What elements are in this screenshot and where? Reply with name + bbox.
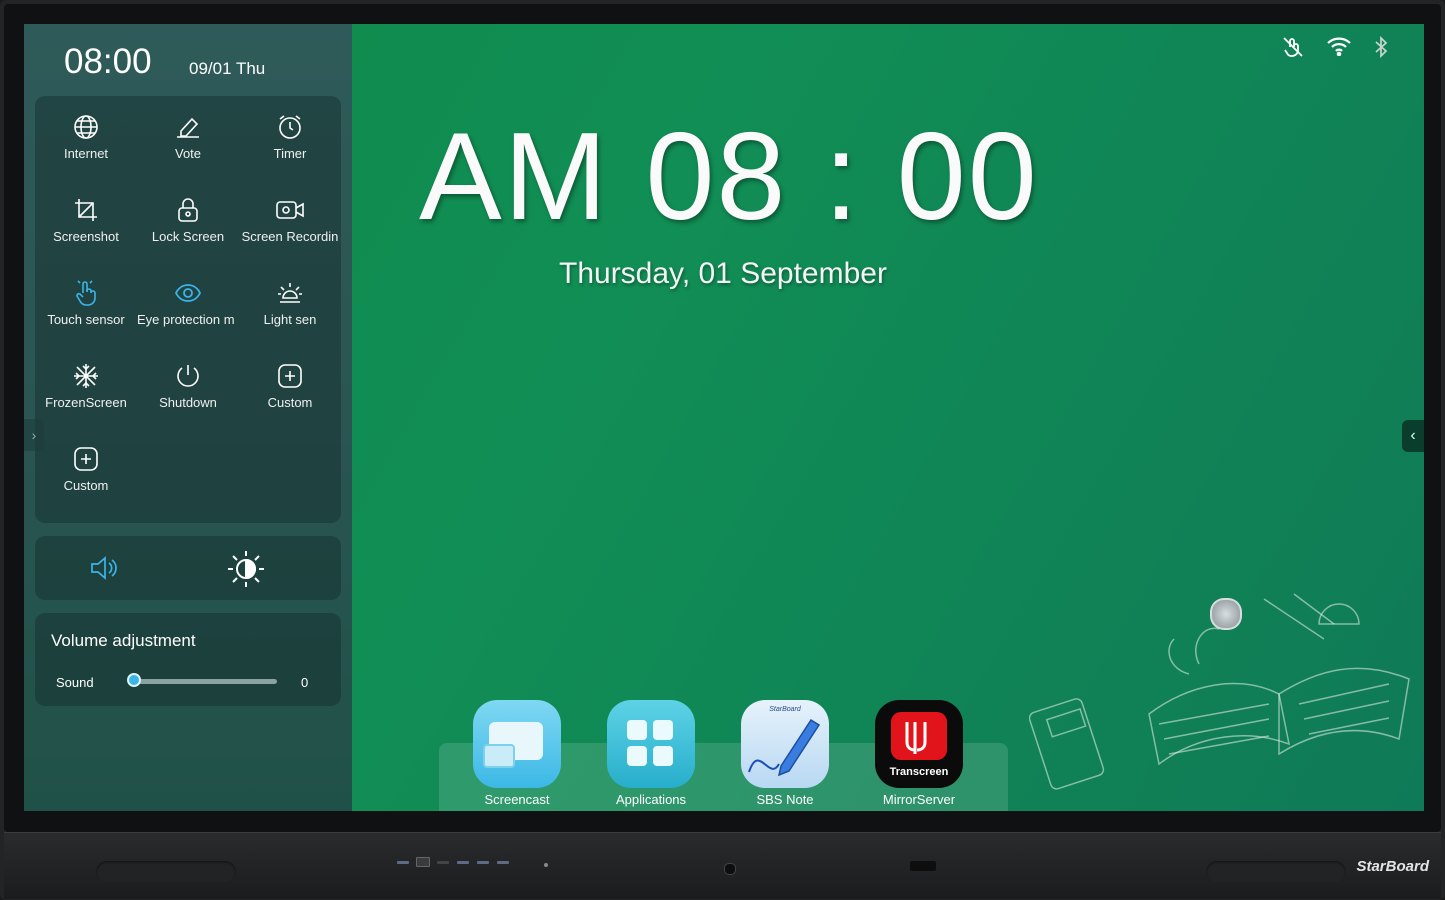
sound-value: 0 — [301, 675, 309, 690]
tile-light-sensor[interactable]: Light sen — [239, 262, 341, 332]
volume-adjustment-card: Volume adjustment Sound 0 — [35, 613, 341, 706]
video-camera-icon — [275, 195, 305, 225]
globe-icon — [71, 112, 101, 142]
quick-tools-grid: Internet Vote Timer Screenshot Lock Scre… — [35, 96, 341, 523]
eye-icon — [173, 278, 203, 308]
usb-port-2 — [476, 857, 490, 867]
tile-label: Vote — [174, 146, 202, 161]
left-speaker-grille — [96, 861, 236, 883]
tile-screenshot[interactable]: Screenshot — [35, 179, 137, 249]
app-screencast[interactable]: Screencast — [467, 700, 567, 807]
main-date: Thursday, 01 September — [559, 257, 887, 290]
sound-brightness-toggle — [35, 536, 341, 600]
tile-label: Internet — [63, 146, 109, 161]
quick-settings-panel: 08:00 09/01 Thu Internet Vote Timer Scre… — [24, 24, 352, 811]
power-icon — [173, 361, 203, 391]
tile-custom-1[interactable]: Custom — [239, 345, 341, 415]
wifi-icon — [1326, 36, 1352, 63]
expand-drawer-handle[interactable]: ‹ — [1402, 420, 1424, 452]
tile-label: Eye protection m n — [137, 312, 239, 327]
applications-grid-icon — [607, 700, 695, 788]
usb-c-port — [396, 857, 410, 867]
app-label: MirrorServer — [882, 792, 956, 807]
tile-label: Light sen — [263, 312, 317, 327]
touch-disabled-icon — [1282, 36, 1304, 63]
brand-logo: StarBoard — [1356, 858, 1429, 875]
tile-label: Lock Screen — [151, 229, 225, 244]
note-pencil-icon: StarBoard — [741, 700, 829, 788]
lock-icon — [173, 195, 203, 225]
tile-label: Screen Recordin — [241, 229, 339, 244]
tile-shutdown[interactable]: Shutdown — [137, 345, 239, 415]
tile-custom-2[interactable]: Custom — [35, 428, 137, 498]
right-speaker-grille — [1206, 861, 1346, 883]
snowflake-icon — [71, 361, 101, 391]
tile-touch-sensor[interactable]: Touch sensor — [35, 262, 137, 332]
volume-title: Volume adjustment — [51, 631, 196, 650]
tile-timer[interactable]: Timer — [239, 96, 341, 166]
tile-lock-screen[interactable]: Lock Screen — [137, 179, 239, 249]
app-label: SBS Note — [756, 792, 814, 807]
sound-slider-track[interactable] — [134, 679, 277, 684]
sound-slider-thumb[interactable] — [127, 673, 141, 687]
speaker-icon[interactable] — [89, 554, 119, 587]
ir-sensor — [910, 861, 936, 871]
add-square-icon — [275, 361, 305, 391]
usb-port-1 — [456, 857, 470, 867]
screen: 08:00 09/01 Thu Internet Vote Timer Scre… — [24, 24, 1424, 811]
tile-label: Touch sensor — [47, 312, 125, 327]
panel-time: 08:00 — [64, 42, 152, 81]
status-bar — [1282, 35, 1388, 63]
front-camera — [724, 863, 736, 875]
add-square-icon — [71, 444, 101, 474]
main-clock: AM 08 : 00 — [419, 108, 1039, 246]
tile-vote[interactable]: Vote — [137, 96, 239, 166]
tile-label: Shutdown — [159, 395, 217, 410]
sound-label: Sound — [56, 675, 94, 690]
device-bottom-bar: StarBoard — [4, 832, 1441, 899]
pen-icon — [173, 112, 203, 142]
hdmi-port — [436, 857, 450, 867]
tile-label: Custom — [267, 395, 313, 410]
light-bulb-icon — [275, 278, 305, 308]
crop-icon — [71, 195, 101, 225]
bluetooth-icon — [1374, 35, 1388, 63]
transcreen-logo-icon: Transcreen — [875, 700, 963, 788]
tile-label: Screenshot — [53, 229, 119, 244]
transcreen-badge: Transcreen — [889, 766, 949, 778]
tile-label: FrozenScreen — [45, 395, 127, 410]
display-bezel: 08:00 09/01 Thu Internet Vote Timer Scre… — [0, 0, 1445, 900]
app-label: Screencast — [484, 792, 550, 807]
alarm-clock-icon — [275, 112, 305, 142]
screencast-icon — [473, 700, 561, 788]
collapse-panel-handle[interactable]: › — [24, 419, 44, 451]
app-label: Applications — [615, 792, 687, 807]
panel-date: 09/01 Thu — [189, 59, 266, 78]
tile-label: Timer — [273, 146, 307, 161]
app-mirrorserver[interactable]: Transcreen MirrorServer — [869, 700, 969, 807]
tile-internet[interactable]: Internet — [35, 96, 137, 166]
app-applications[interactable]: Applications — [601, 700, 701, 807]
front-ports — [396, 857, 510, 867]
tile-eye-protection[interactable]: Eye protection m n — [137, 262, 239, 332]
usb-port-3 — [496, 857, 510, 867]
touch-port — [416, 857, 430, 867]
hand-touch-icon — [71, 278, 101, 308]
tile-label: Custom — [63, 478, 109, 493]
tile-screen-recording[interactable]: Screen Recordin — [239, 179, 341, 249]
floating-assistive-button[interactable] — [1210, 598, 1242, 630]
power-led — [544, 863, 548, 867]
tile-frozen-screen[interactable]: FrozenScreen — [35, 345, 137, 415]
app-sbs-note[interactable]: StarBoard SBS Note — [735, 700, 835, 807]
brightness-icon[interactable] — [225, 548, 267, 595]
